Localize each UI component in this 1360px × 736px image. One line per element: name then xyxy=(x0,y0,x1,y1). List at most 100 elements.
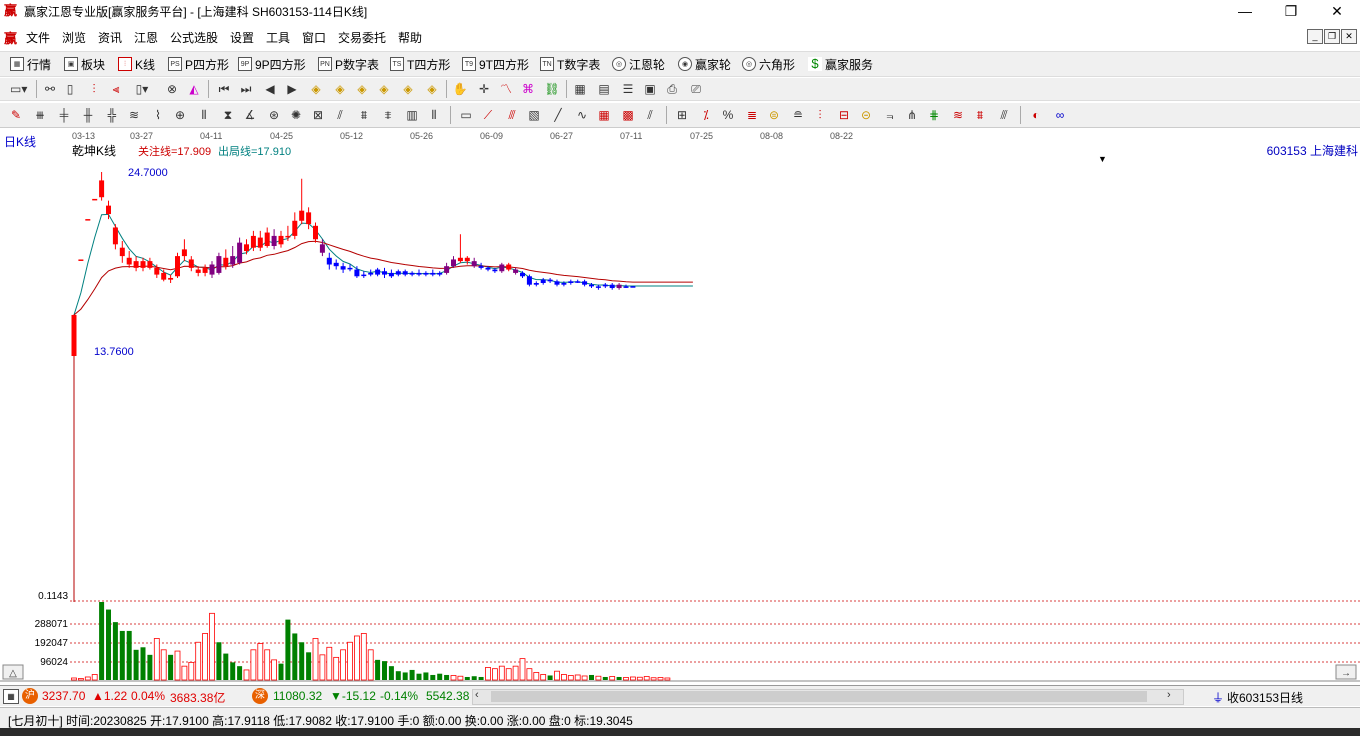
menu-window[interactable]: 窗口 xyxy=(302,29,326,46)
toolbar-p-number-button[interactable]: PN P数字表 xyxy=(318,55,379,73)
stack-1-icon[interactable]: ≋ xyxy=(950,107,966,123)
horizontal-scrollbar[interactable]: ‹ › xyxy=(472,689,1184,705)
hash-icon[interactable]: ⧻ xyxy=(32,107,48,123)
fan-icon[interactable]: ⌇ xyxy=(150,107,166,123)
first-bar-icon[interactable]: ⏮ xyxy=(216,81,232,97)
menu-settings[interactable]: 设置 xyxy=(230,29,254,46)
stack-3-icon[interactable]: ⫻ xyxy=(996,107,1012,123)
diamond-2-icon[interactable]: ◈ xyxy=(332,81,348,97)
export-icon[interactable]: ⎚ xyxy=(688,81,704,97)
rect-icon[interactable]: ▭ xyxy=(458,107,474,123)
table-lines-icon[interactable]: ▥ xyxy=(404,107,420,123)
menu-trade[interactable]: 交易委托 xyxy=(338,29,386,46)
dropdown-marker-icon[interactable]: ▼ xyxy=(1098,154,1107,164)
toolbar-t-number-button[interactable]: TN T数字表 xyxy=(540,55,600,73)
comb-1-icon[interactable]: ⩩ xyxy=(356,107,372,123)
stack-2-icon[interactable]: ⩩ xyxy=(972,107,988,123)
infinity-icon[interactable]: ∞ xyxy=(1052,107,1068,123)
scrollbar-thumb[interactable] xyxy=(491,691,1147,702)
arrow-left-icon[interactable]: ◀ xyxy=(262,81,278,97)
percent-icon[interactable]: % xyxy=(720,107,736,123)
print-icon[interactable]: ⎙ xyxy=(664,81,680,97)
gold-icon[interactable]: ⊝ xyxy=(858,107,874,123)
arrow-right-icon[interactable]: ▶ xyxy=(284,81,300,97)
diamond-4-icon[interactable]: ◈ xyxy=(376,81,392,97)
toolbar-9t-square-button[interactable]: T9 9T四方形 xyxy=(462,55,529,73)
menu-gann[interactable]: 江恩 xyxy=(134,29,158,46)
menu-formula[interactable]: 公式选股 xyxy=(170,29,218,46)
link-chain-icon[interactable]: ⛓ xyxy=(544,81,560,97)
cycle-icon[interactable]: ⧗ xyxy=(220,107,236,123)
circle-icon[interactable]: ⊕ xyxy=(172,107,188,123)
grid-lines-1-icon[interactable]: ╪ xyxy=(56,107,72,123)
candles-icon[interactable]: ⫶ xyxy=(86,81,102,97)
toolbar-service-button[interactable]: $ 赢家服务 xyxy=(808,55,873,73)
menu-file[interactable]: 文件 xyxy=(26,29,50,46)
toolbar-gann-wheel-button[interactable]: ◎ 江恩轮 xyxy=(612,55,665,73)
period-dropdown-icon[interactable]: ▭▾ xyxy=(10,81,27,97)
grid-lines-4-icon[interactable]: ≋ xyxy=(126,107,142,123)
document-icon[interactable]: ▯ xyxy=(62,81,78,97)
line-icon[interactable]: ╱ xyxy=(550,107,566,123)
fib-icon[interactable]: ▧ xyxy=(526,107,542,123)
price-line-icon[interactable]: ⫶ xyxy=(812,107,828,123)
radial-icon[interactable]: ✺ xyxy=(288,107,304,123)
grid-lines-2-icon[interactable]: ╫ xyxy=(80,107,96,123)
single-bar-icon[interactable]: ▯▾ xyxy=(134,81,150,97)
menu-info[interactable]: 资讯 xyxy=(98,29,122,46)
matrix-icon[interactable]: ▩ xyxy=(620,107,636,123)
percent-line-icon[interactable]: ⁒ xyxy=(698,107,714,123)
hand-icon[interactable]: ✋ xyxy=(452,81,468,97)
coin-icon[interactable]: ⊜ xyxy=(766,107,782,123)
level-icon[interactable]: ≣ xyxy=(744,107,760,123)
spiral-icon[interactable]: ⊛ xyxy=(266,107,282,123)
palette-icon[interactable]: ◐ xyxy=(1028,107,1044,123)
fork-2-icon[interactable]: ⋕ xyxy=(926,107,942,123)
angle-icon[interactable]: ∡ xyxy=(242,107,258,123)
wave-icon[interactable]: ∿ xyxy=(574,107,590,123)
toolbar-t-square-button[interactable]: TS T四方形 xyxy=(390,55,450,73)
gift-icon[interactable]: ⌘ xyxy=(520,81,536,97)
channel-icon[interactable]: ⊟ xyxy=(836,107,852,123)
link-icon[interactable]: ⚯ xyxy=(42,81,58,97)
parallel-icon[interactable]: ⫽ xyxy=(332,107,348,123)
fan-line-icon[interactable]: ⟋ xyxy=(480,107,496,123)
toolbar-kline-button[interactable]: ⫶ K线 xyxy=(118,55,155,73)
save-icon[interactable]: ▣ xyxy=(642,81,658,97)
split-icon[interactable]: ⫬ xyxy=(882,107,898,123)
color-triangle-icon[interactable]: ◭ xyxy=(186,81,202,97)
calendar-icon[interactable]: ▦ xyxy=(572,81,588,97)
fan-lines-icon[interactable]: ⫻ xyxy=(504,107,520,123)
comb-2-icon[interactable]: ⩨ xyxy=(380,107,396,123)
toolbar-p-square-button[interactable]: PS P四方形 xyxy=(168,55,229,73)
pen-icon[interactable]: ✎ xyxy=(8,107,24,123)
diamond-3-icon[interactable]: ◈ xyxy=(354,81,370,97)
layers-icon[interactable]: ≘ xyxy=(790,107,806,123)
bars-grid-icon[interactable]: ⦀ xyxy=(196,107,212,123)
scroll-left-icon[interactable]: ‹ xyxy=(475,689,479,701)
kline-chart[interactable]: 03-13 03-27 04-11 04-25 05-12 05-26 06-0… xyxy=(0,128,1360,684)
minimize-button[interactable]: — xyxy=(1222,0,1268,22)
mdi-minimize-button[interactable]: _ xyxy=(1307,29,1323,44)
toolbar-quotes-button[interactable]: ▦ 行情 xyxy=(10,55,51,73)
close-button[interactable]: ✕ xyxy=(1314,0,1360,22)
vertical-lines-icon[interactable]: ⦀ xyxy=(426,107,442,123)
scroll-right-arrow-icon[interactable]: › xyxy=(1167,689,1171,701)
diamond-5-icon[interactable]: ◈ xyxy=(400,81,416,97)
mdi-close-button[interactable]: ✕ xyxy=(1341,29,1357,44)
gann-angle-icon[interactable]: ⊗ xyxy=(164,81,180,97)
last-bar-icon[interactable]: ⏭ xyxy=(238,81,254,97)
period-label[interactable]: 日K线 xyxy=(4,135,36,149)
grid-lines-3-icon[interactable]: ╬ xyxy=(104,107,120,123)
diamond-6-icon[interactable]: ◈ xyxy=(424,81,440,97)
toolbar-sector-button[interactable]: ▣ 板块 xyxy=(64,55,105,73)
toolbar-9p-square-button[interactable]: 9P 9P四方形 xyxy=(238,55,306,73)
box-icon[interactable]: ⊠ xyxy=(310,107,326,123)
calculator-icon[interactable]: ▤ xyxy=(596,81,612,97)
fork-1-icon[interactable]: ⋔ xyxy=(904,107,920,123)
quote-list-icon[interactable]: ▦ xyxy=(3,689,19,704)
ruler-icon[interactable]: ⊞ xyxy=(674,107,690,123)
trend-icon[interactable]: 〽 xyxy=(498,81,514,97)
crosshair-icon[interactable]: ✛ xyxy=(476,81,492,97)
collect-label[interactable]: 收603153日线 xyxy=(1227,689,1303,706)
